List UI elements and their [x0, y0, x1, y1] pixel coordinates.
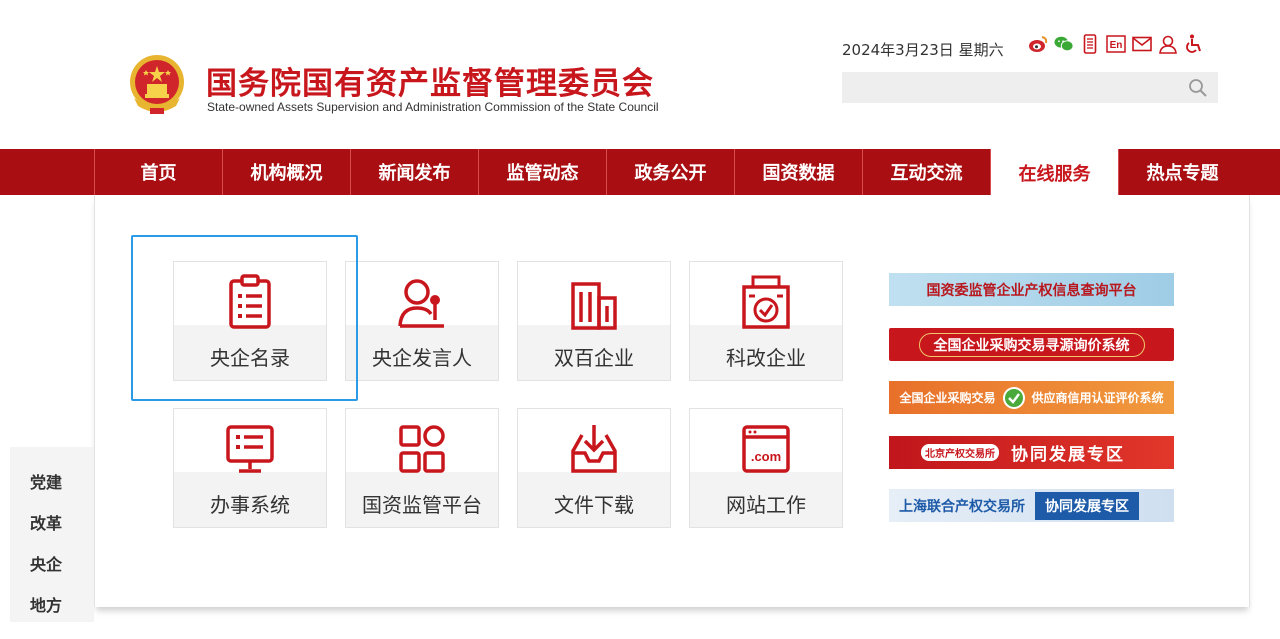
service-tile-label: 央企名录 — [210, 346, 290, 370]
search-box — [842, 72, 1218, 103]
service-tile-double-hundred[interactable]: 双百企业 — [517, 261, 671, 381]
nav-item-topics[interactable]: 热点专题 — [1118, 149, 1246, 195]
banner-procurement-inquiry[interactable]: 全国企业采购交易寻源询价系统 — [889, 328, 1174, 361]
certified-building-icon — [742, 275, 790, 329]
sidebar-item-party-building[interactable]: 党建 — [30, 469, 62, 493]
nav-item-interaction[interactable]: 互动交流 — [862, 149, 990, 195]
banner-label-left: 全国企业采购交易 — [899, 391, 996, 405]
banner-property-rights-query[interactable]: 国资委监管企业产权信息查询平台 — [889, 273, 1174, 306]
weibo-icon[interactable] — [1028, 34, 1048, 54]
banner-beijing-exchange[interactable]: 北京产权交易所 协同发展专区 — [889, 436, 1174, 469]
service-tile-label: 网站工作 — [726, 493, 806, 517]
service-tile-label: 双百企业 — [554, 346, 634, 370]
banner-main-label: 协同发展专区 — [1035, 491, 1139, 520]
sidebar-item-central-soe[interactable]: 央企 — [30, 551, 62, 575]
monitor-icon — [226, 425, 274, 473]
service-tile-file-download[interactable]: 文件下载 — [517, 408, 671, 528]
header-icon-bar: En — [1028, 34, 1204, 54]
search-input[interactable] — [842, 72, 1218, 103]
service-tile-office-system[interactable]: 办事系统 — [173, 408, 327, 528]
user-icon[interactable] — [1158, 34, 1178, 54]
service-tile-sasac-platform[interactable]: 国资监管平台 — [345, 408, 499, 528]
main-nav: 首页 机构概况 新闻发布 监管动态 政务公开 国资数据 互动交流 在线服务 热点… — [94, 149, 1280, 196]
wechat-icon[interactable] — [1054, 34, 1074, 54]
service-tile-sci-tech-reform[interactable]: 科改企业 — [689, 261, 843, 381]
spokesperson-icon — [398, 279, 444, 328]
svg-text:.com: .com — [751, 449, 781, 464]
service-tile-label: 央企发言人 — [372, 346, 472, 370]
service-tile-spokesperson[interactable]: 央企发言人 — [345, 261, 499, 381]
service-tile-label: 国资监管平台 — [362, 493, 482, 517]
banner-shanghai-exchange[interactable]: 上海联合产权交易所 协同发展专区 — [889, 489, 1174, 522]
banner-supplier-credit[interactable]: 全国企业采购交易 供应商信用认证评价系统 — [889, 381, 1174, 414]
buildings-icon — [571, 282, 617, 330]
service-tile-central-soe-directory[interactable]: 央企名录 — [173, 261, 327, 381]
service-tile-website-work[interactable]: .com 网站工作 — [689, 408, 843, 528]
banner-main-label: 协同发展专区 — [1011, 445, 1125, 465]
site-subtitle: State-owned Assets Supervision and Admin… — [207, 100, 659, 114]
nav-item-online-services[interactable]: 在线服务 — [990, 149, 1118, 196]
nav-item-supervision[interactable]: 监管动态 — [478, 149, 606, 195]
nav-item-gov-affairs[interactable]: 政务公开 — [606, 149, 734, 195]
banner-org-label: 北京产权交易所 — [921, 444, 999, 461]
check-badge-icon — [1002, 386, 1025, 409]
accessibility-icon[interactable] — [1184, 34, 1204, 54]
nav-item-news[interactable]: 新闻发布 — [350, 149, 478, 195]
search-icon[interactable] — [1188, 78, 1208, 98]
banner-label: 国资委监管企业产权信息查询平台 — [926, 282, 1137, 299]
banner-label-right: 供应商信用认证评价系统 — [1031, 391, 1164, 405]
english-icon-label: En — [1110, 40, 1123, 51]
nav-item-data[interactable]: 国资数据 — [734, 149, 862, 195]
national-emblem-logo[interactable] — [128, 54, 186, 116]
mobile-icon[interactable] — [1080, 34, 1100, 54]
nav-item-home[interactable]: 首页 — [94, 149, 222, 195]
english-icon[interactable]: En — [1106, 34, 1126, 54]
service-tile-label: 办事系统 — [210, 493, 290, 517]
banner-label: 全国企业采购交易寻源询价系统 — [918, 332, 1145, 357]
site-title[interactable]: 国务院国有资产监督管理委员会 — [206, 58, 654, 103]
service-tile-label: 文件下载 — [554, 493, 634, 517]
current-date: 2024年3月23日 星期六 — [842, 41, 1004, 59]
clipboard-icon — [229, 274, 271, 329]
sidebar-item-local[interactable]: 地方 — [30, 592, 62, 616]
dotcom-icon: .com — [742, 425, 790, 473]
mail-icon[interactable] — [1132, 34, 1152, 54]
download-tray-icon — [571, 425, 617, 473]
nav-item-about[interactable]: 机构概况 — [222, 149, 350, 195]
sidebar-item-reform[interactable]: 改革 — [30, 510, 62, 534]
service-tile-label: 科改企业 — [726, 346, 806, 370]
banner-org-label: 上海联合产权交易所 — [899, 498, 1025, 515]
grid-icon — [399, 425, 445, 473]
